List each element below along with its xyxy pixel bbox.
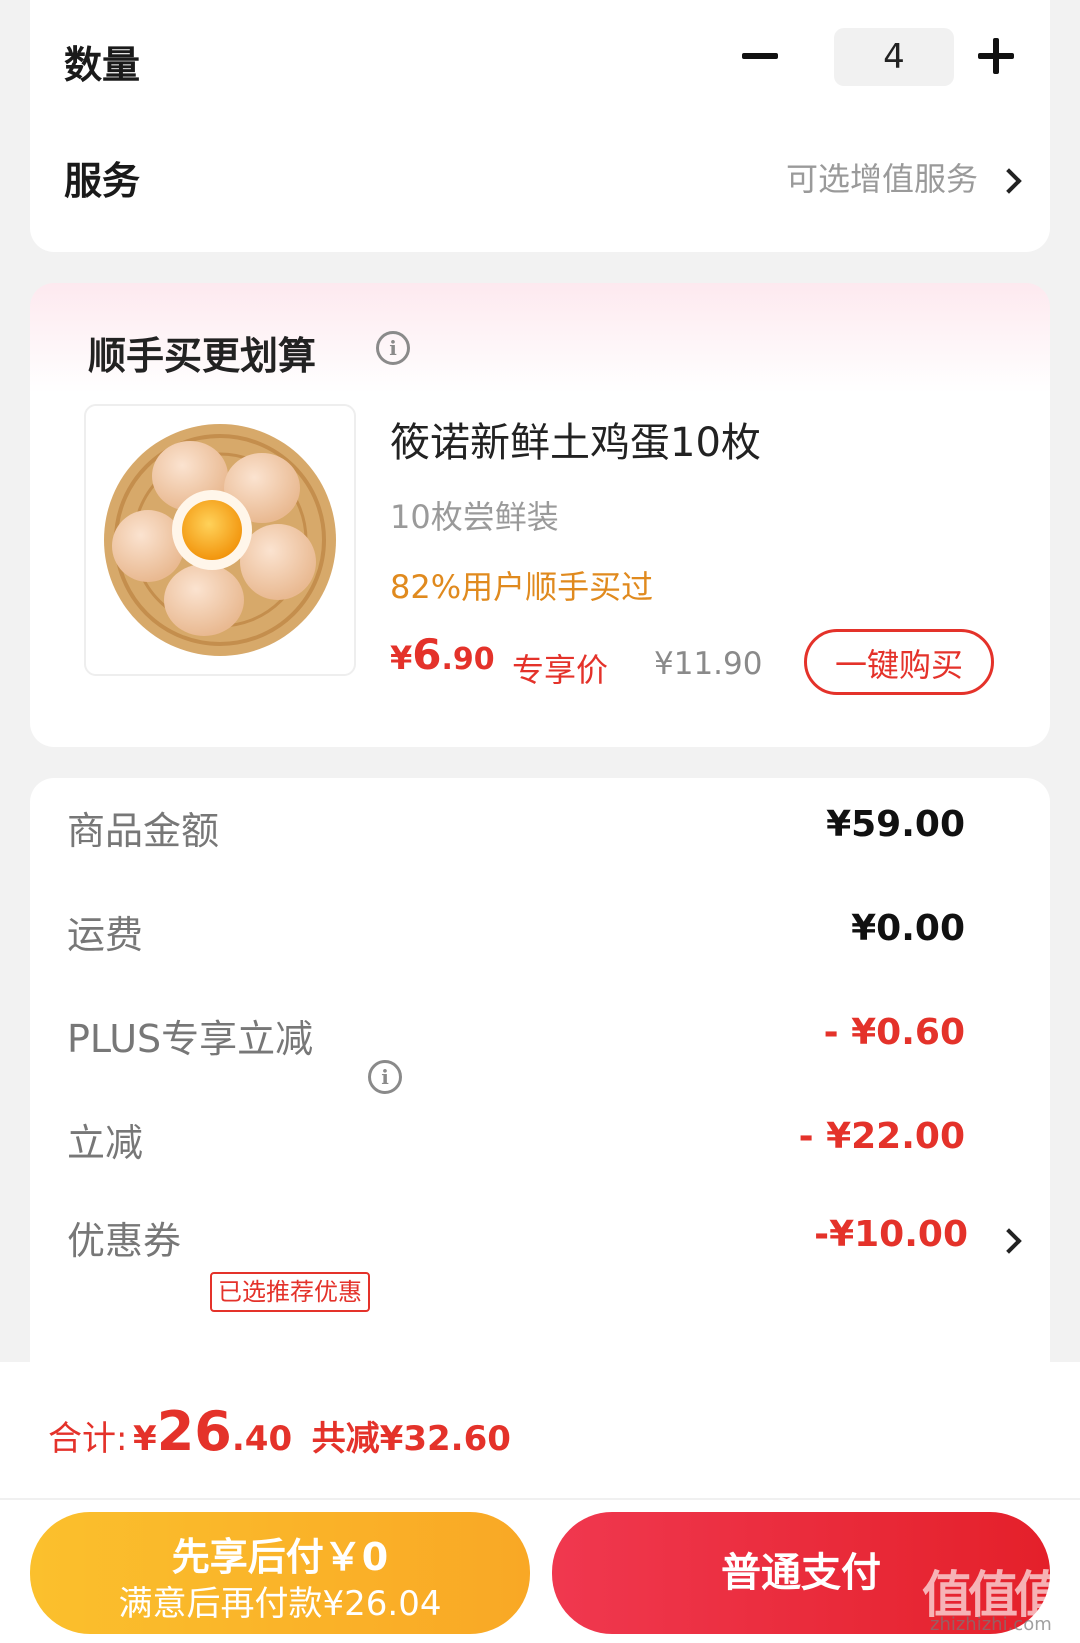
summary-value-instant-discount: - ¥22.00 (798, 1116, 965, 1157)
total-integer: 26 (156, 1400, 232, 1463)
summary-label-goods: 商品金额 (67, 809, 220, 853)
summary-value-shipping: ¥0.00 (851, 908, 965, 949)
summary-value-coupon: -¥10.00 (814, 1214, 968, 1255)
price-summary-card (30, 778, 1050, 1398)
exclusive-price-label: 专享价 (512, 651, 609, 689)
divider (0, 1498, 1080, 1500)
quantity-label: 数量 (64, 43, 141, 87)
upsell-title: 顺手买更划算 (88, 334, 317, 378)
product-name[interactable]: 筱诺新鲜土鸡蛋10枚 (390, 410, 761, 468)
summary-value-goods: ¥59.00 (826, 804, 965, 845)
total-decimal: .40 (231, 1419, 293, 1459)
info-icon[interactable]: i (376, 331, 410, 365)
summary-label-instant-discount: 立减 (67, 1121, 144, 1165)
price-integer: 6 (412, 630, 442, 679)
product-price: ¥6.90 (390, 630, 495, 679)
total-saved: 共减¥32.60 (311, 1419, 511, 1459)
pay-later-title: 先享后付￥0 (171, 1535, 389, 1579)
service-label: 服务 (64, 159, 141, 203)
summary-value-plus-discount: - ¥0.60 (823, 1012, 965, 1053)
price-decimal: .90 (441, 642, 495, 677)
product-image-eggs[interactable] (84, 404, 356, 676)
summary-label-shipping: 运费 (67, 913, 144, 957)
total-label: 合计: (48, 1419, 128, 1459)
order-total: 合计: ¥26.40 共减¥32.60 (48, 1400, 511, 1463)
summary-label-plus-discount: PLUS专享立减 (67, 1017, 314, 1061)
total-currency: ¥ (133, 1419, 157, 1459)
info-icon[interactable]: i (368, 1060, 402, 1094)
pay-later-subtitle: 满意后再付款¥26.04 (118, 1584, 442, 1624)
price-currency: ¥ (390, 639, 413, 677)
minus-icon[interactable] (738, 34, 782, 78)
plus-icon[interactable] (974, 34, 1018, 78)
coupon-selected-tag: 已选推荐优惠 (210, 1272, 370, 1312)
product-subtitle: 10枚尝鲜装 (390, 498, 559, 536)
summary-label-coupon: 优惠券 (67, 1219, 182, 1263)
watermark-text: zhizhizhi.com (930, 1614, 1052, 1635)
original-price: ¥11.90 (654, 646, 763, 682)
pay-later-button[interactable]: 先享后付￥0 满意后再付款¥26.04 (30, 1512, 530, 1634)
service-hint: 可选增值服务 (785, 160, 978, 198)
quantity-input[interactable]: 4 (834, 28, 954, 86)
one-click-buy-button[interactable]: 一键购买 (804, 629, 994, 695)
product-bought-rate: 82%用户顺手买过 (390, 568, 654, 606)
